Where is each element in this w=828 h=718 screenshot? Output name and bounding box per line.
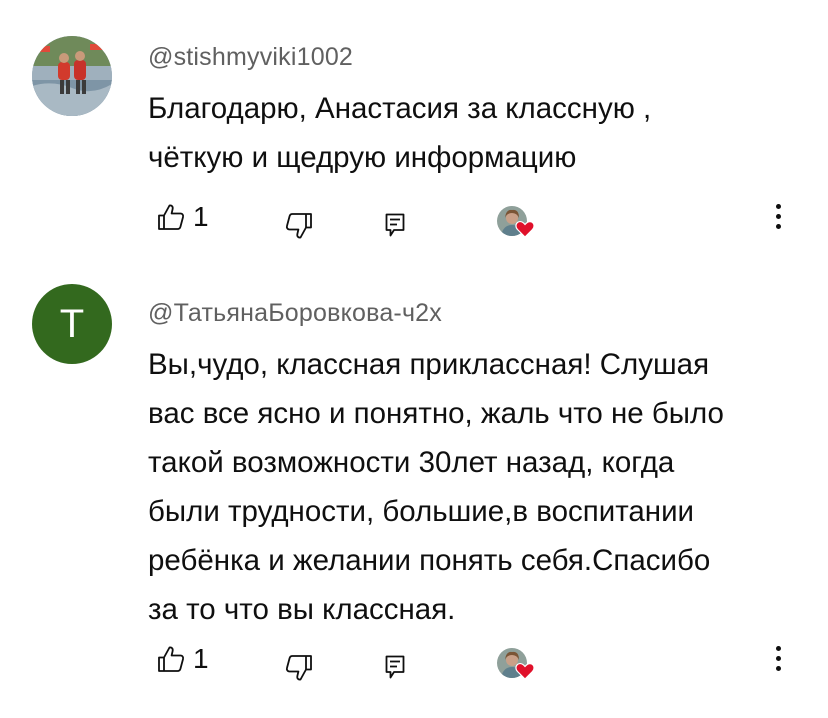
author-avatar[interactable] xyxy=(32,36,112,116)
thumb-down-icon xyxy=(285,213,312,239)
more-vertical-icon-dot xyxy=(776,656,781,661)
thumb-up-icon xyxy=(158,646,185,672)
like-count: 1 xyxy=(193,201,209,232)
author-avatar[interactable]: T xyxy=(32,284,112,364)
more-options-button[interactable] xyxy=(772,204,784,236)
reply-comment-icon xyxy=(385,213,405,237)
comment-actions: 1 xyxy=(0,196,828,244)
more-vertical-icon-dot xyxy=(776,666,781,671)
comment-text-line: были трудности, большие,в воспитании xyxy=(148,495,695,528)
reply-button[interactable] xyxy=(385,655,405,679)
comment-author-handle[interactable]: @ТатьянаБоровкова-ч2х xyxy=(148,299,442,328)
creator-heart-badge[interactable] xyxy=(497,206,537,246)
like-count: 1 xyxy=(193,643,209,674)
heart-icon xyxy=(515,663,535,680)
comment-text-line: ребёнка и желании понять себя.Спасибо xyxy=(148,544,711,577)
comment-text-line: вас все ясно и понятно, жаль что не было xyxy=(148,397,724,430)
heart-icon xyxy=(515,221,535,238)
comment-actions: 1 xyxy=(0,638,828,686)
more-vertical-icon-dot xyxy=(776,214,781,219)
more-vertical-icon-dot xyxy=(776,224,781,229)
reply-comment-icon xyxy=(385,655,405,679)
comment-text-line: за то что вы классная. xyxy=(148,593,456,626)
dislike-button[interactable] xyxy=(285,212,313,240)
thumb-down-icon xyxy=(285,655,312,681)
comment-text-line: Вы,чудо, классная приклассная! Слушая xyxy=(148,348,710,381)
like-button[interactable]: 1 xyxy=(157,202,209,232)
more-vertical-icon xyxy=(776,204,781,209)
avatar-photo-image xyxy=(32,36,112,116)
comment-text-line: Благодарю, Анастасия за классную , xyxy=(148,92,652,125)
comment-author-handle[interactable]: @stishmyviki1002 xyxy=(148,43,353,72)
dislike-button[interactable] xyxy=(285,654,313,682)
comment-text-line: такой возможности 30лет назад, когда xyxy=(148,446,675,479)
comment-text: Вы,чудо, классная приклассная! Слушая ва… xyxy=(148,340,808,634)
comment-text: Благодарю, Анастасия за классную , чётку… xyxy=(148,84,808,182)
reply-button[interactable] xyxy=(385,213,405,237)
more-options-button[interactable] xyxy=(772,646,784,678)
like-button[interactable]: 1 xyxy=(157,644,209,674)
creator-heart-badge[interactable] xyxy=(497,648,537,688)
thumb-up-icon xyxy=(158,204,185,230)
more-vertical-icon xyxy=(776,646,781,651)
comment-text-line: чёткую и щедрую информацию xyxy=(148,141,577,174)
